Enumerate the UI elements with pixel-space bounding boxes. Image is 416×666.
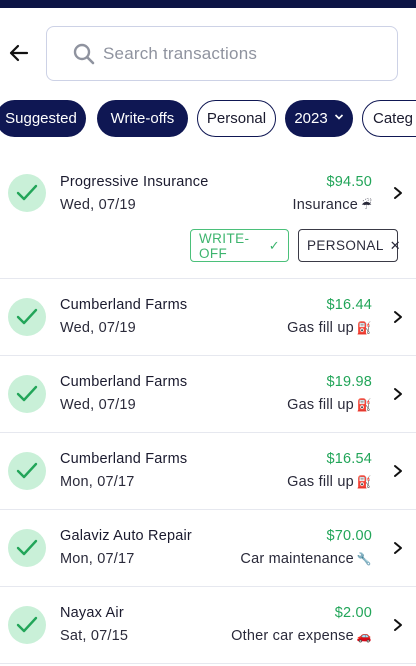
transaction-date: Sat, 07/15: [60, 628, 129, 644]
transaction-row[interactable]: Cumberland Farms Wed, 07/19 $19.98 Gas f…: [0, 356, 416, 433]
merchant-name: Cumberland Farms: [60, 374, 188, 390]
search-input[interactable]: Search transactions: [46, 26, 398, 81]
transaction-category: Car maintenance 🔧: [240, 551, 372, 567]
status-bar: [0, 0, 416, 8]
check-circle-icon[interactable]: [8, 606, 46, 644]
chevron-right-icon[interactable]: [392, 618, 404, 632]
transaction-amount: $16.44: [326, 297, 372, 313]
merchant-name: Cumberland Farms: [60, 451, 188, 467]
tag-label: WRITE-OFF: [199, 230, 250, 261]
personal-tag[interactable]: PERSONAL ✕: [298, 229, 401, 262]
chevron-right-icon[interactable]: [392, 310, 404, 324]
chevron-down-icon: [334, 113, 344, 124]
transaction-category: Gas fill up ⛽: [287, 474, 372, 490]
category-label: Car maintenance: [240, 551, 354, 567]
merchant-name: Progressive Insurance: [60, 174, 209, 190]
chip-suggested[interactable]: Suggested: [0, 100, 86, 137]
transaction-row[interactable]: Cumberland Farms Mon, 07/17 $16.54 Gas f…: [0, 433, 416, 510]
transaction-amount: $70.00: [326, 528, 372, 544]
transaction-amount: $94.50: [326, 174, 372, 190]
chip-year-dropdown[interactable]: 2023: [285, 100, 353, 137]
transaction-date: Wed, 07/19: [60, 197, 136, 213]
category-label: Insurance: [292, 197, 359, 213]
transaction-date: Mon, 07/17: [60, 474, 135, 490]
category-label: Other car expense: [231, 628, 354, 644]
transaction-amount: $19.98: [326, 374, 372, 390]
check-icon: ✓: [268, 237, 280, 253]
fuel-pump-icon: ⛽: [356, 475, 372, 489]
close-icon[interactable]: ✕: [390, 238, 401, 254]
category-label: Gas fill up: [287, 397, 354, 413]
chip-write-offs[interactable]: Write-offs: [97, 100, 188, 137]
merchant-name: Galaviz Auto Repair: [60, 528, 192, 544]
search-placeholder: Search transactions: [103, 44, 258, 63]
transaction-amount: $2.00: [334, 605, 372, 621]
chevron-right-icon[interactable]: [392, 186, 404, 200]
transaction-category: Other car expense 🚗: [231, 628, 372, 644]
transaction-row[interactable]: Cumberland Farms Wed, 07/19 $16.44 Gas f…: [0, 279, 416, 356]
transaction-category: Gas fill up ⛽: [287, 320, 372, 336]
merchant-name: Nayax Air: [60, 605, 124, 621]
chevron-right-icon[interactable]: [392, 541, 404, 555]
chip-label: Personal: [206, 110, 267, 127]
chip-label: Write-offs: [110, 110, 175, 127]
chip-category[interactable]: Categ: [362, 100, 416, 137]
back-arrow-icon[interactable]: [6, 40, 32, 66]
transaction-category: Insurance ☔: [293, 197, 372, 213]
transaction-row[interactable]: Nayax Air Sat, 07/15 $2.00 Other car exp…: [0, 587, 416, 664]
chevron-right-icon[interactable]: [392, 387, 404, 401]
transaction-row[interactable]: Galaviz Auto Repair Mon, 07/17 $70.00 Ca…: [0, 510, 416, 587]
car-icon: 🚗: [356, 629, 372, 643]
header: Search transactions: [0, 26, 416, 82]
transaction-date: Mon, 07/17: [60, 551, 135, 567]
fuel-pump-icon: ⛽: [356, 321, 372, 335]
wrench-icon: 🔧: [356, 552, 372, 566]
category-label: Gas fill up: [287, 320, 354, 336]
check-circle-icon[interactable]: [8, 174, 46, 212]
filter-chips: Suggested Write-offs Personal 2023 Categ: [0, 100, 416, 138]
check-circle-icon[interactable]: [8, 375, 46, 413]
merchant-name: Cumberland Farms: [60, 297, 188, 313]
chip-label: 2023: [294, 110, 328, 127]
chip-label: Categ: [373, 110, 414, 127]
transaction-row[interactable]: Progressive Insurance Wed, 07/19 $94.50 …: [0, 150, 416, 279]
chevron-right-icon[interactable]: [392, 464, 404, 478]
search-icon: [71, 41, 97, 67]
transaction-date: Wed, 07/19: [60, 397, 136, 413]
transaction-amount: $16.54: [326, 451, 372, 467]
chip-personal[interactable]: Personal: [197, 100, 276, 137]
check-circle-icon[interactable]: [8, 452, 46, 490]
chip-label: Suggested: [5, 110, 77, 127]
write-off-tag[interactable]: WRITE-OFF ✓: [190, 229, 289, 262]
check-circle-icon[interactable]: [8, 298, 46, 336]
category-label: Gas fill up: [287, 474, 354, 490]
fuel-pump-icon: ⛽: [356, 398, 372, 412]
umbrella-icon: ☔: [361, 198, 372, 212]
transaction-category: Gas fill up ⛽: [287, 397, 372, 413]
transaction-date: Wed, 07/19: [60, 320, 136, 336]
tag-label: PERSONAL: [307, 238, 384, 253]
check-circle-icon[interactable]: [8, 529, 46, 567]
